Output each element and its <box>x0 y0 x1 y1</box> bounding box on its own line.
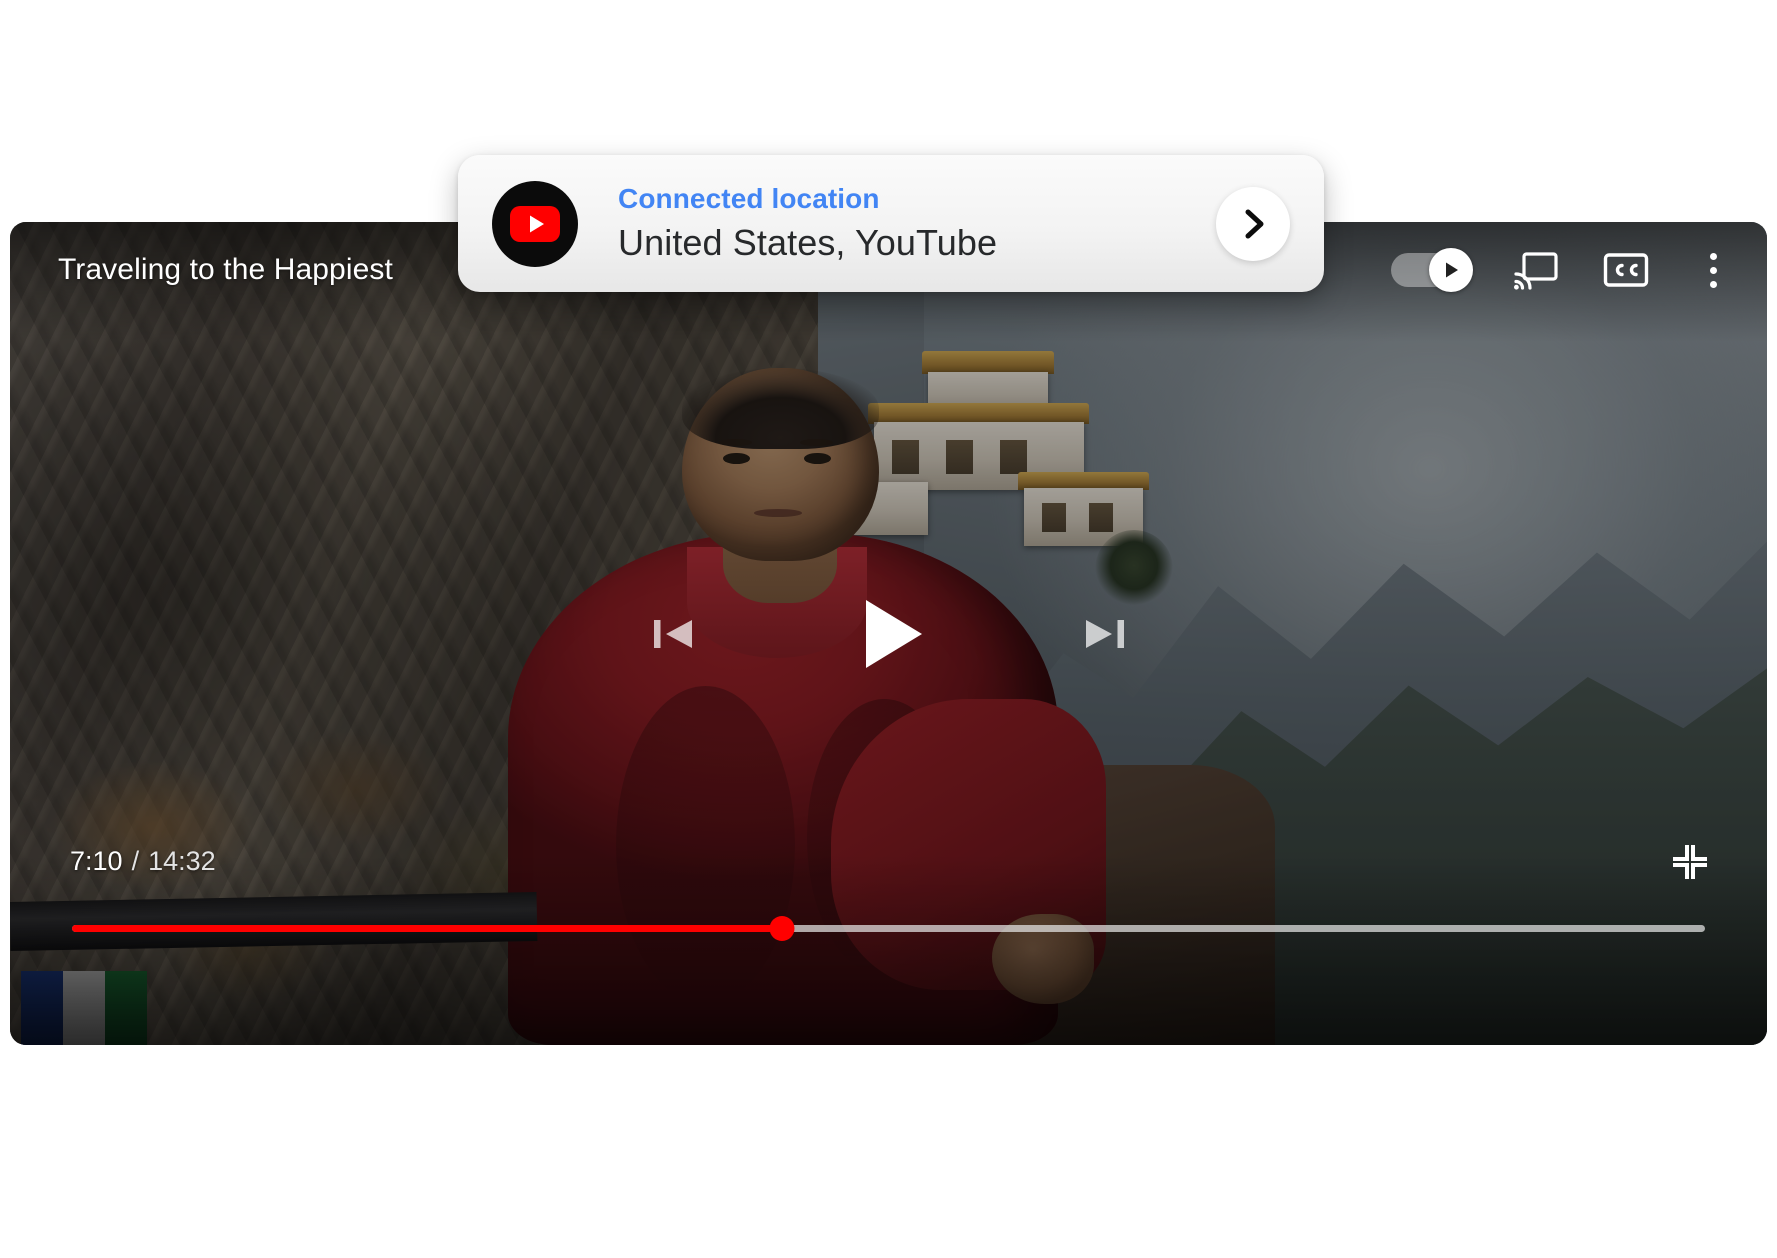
kebab-dot-1 <box>1709 252 1717 260</box>
youtube-logo-icon <box>510 205 560 242</box>
connected-location-expand-button[interactable] <box>1216 186 1290 261</box>
progress-bar[interactable] <box>72 915 1705 941</box>
video-player[interactable]: Traveling to the Happiest 7:10 / 14:32 <box>10 222 1767 1045</box>
time-separator: / <box>131 846 140 876</box>
more-options-button[interactable] <box>1693 247 1733 293</box>
player-transport-controls <box>10 591 1767 677</box>
autoplay-toggle-knob <box>1429 248 1473 292</box>
previous-track-icon <box>653 619 692 648</box>
closed-captions-icon <box>1603 253 1649 287</box>
play-icon <box>865 599 922 668</box>
exit-fullscreen-button[interactable] <box>1665 837 1715 887</box>
progress-scrubber-handle[interactable] <box>769 915 795 941</box>
time-display: 7:10 / 14:32 <box>70 846 216 877</box>
connected-location-value: United States, YouTube <box>618 221 998 263</box>
kebab-dot-3 <box>1709 280 1717 288</box>
youtube-avatar <box>492 180 578 267</box>
total-time: 14:32 <box>148 846 216 876</box>
cast-icon <box>1514 252 1558 290</box>
bottom-gradient-overlay <box>10 855 1767 1045</box>
next-track-icon <box>1085 619 1124 648</box>
autoplay-toggle[interactable] <box>1391 248 1473 292</box>
connected-location-card[interactable]: Connected location United States, YouTub… <box>458 155 1324 292</box>
chevron-right-icon <box>1245 209 1264 238</box>
connected-location-label: Connected location <box>618 182 880 214</box>
exit-fullscreen-icon <box>1673 845 1707 879</box>
progress-played <box>72 924 783 932</box>
player-top-actions <box>1391 247 1733 293</box>
previous-track-button[interactable] <box>646 608 698 660</box>
connected-location-text: Connected location United States, YouTub… <box>578 181 1216 267</box>
captions-button[interactable] <box>1603 247 1649 293</box>
kebab-dot-2 <box>1709 266 1717 274</box>
play-button[interactable] <box>846 591 932 677</box>
cast-button[interactable] <box>1513 247 1559 293</box>
current-time: 7:10 <box>70 846 123 876</box>
play-icon <box>1446 262 1458 278</box>
next-track-button[interactable] <box>1080 608 1132 660</box>
